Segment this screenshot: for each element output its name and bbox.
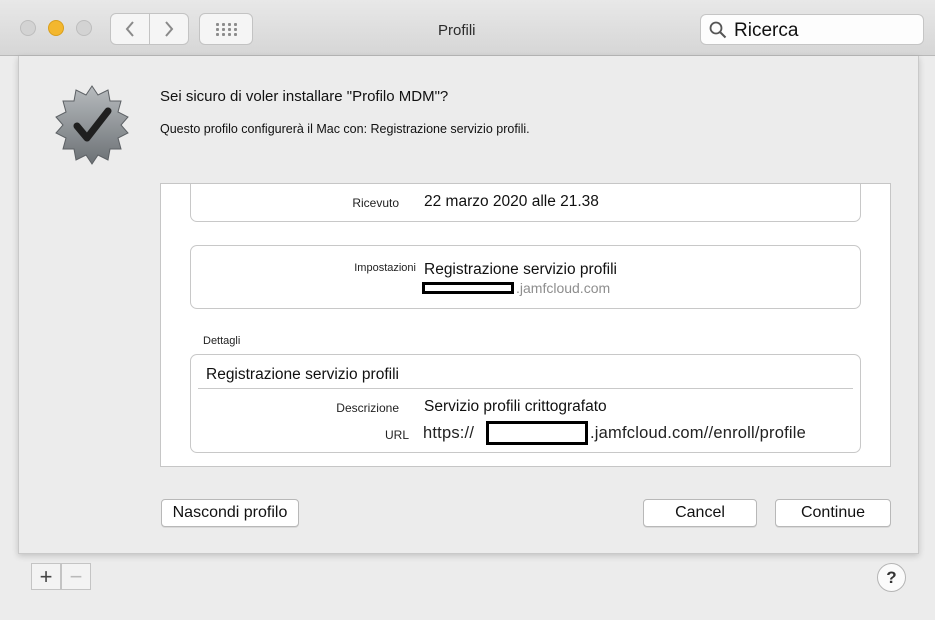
search-field[interactable] bbox=[700, 14, 924, 45]
redacted-hostname bbox=[422, 282, 514, 294]
grid-icon bbox=[215, 22, 237, 36]
description-value: Servizio profili crittografato bbox=[424, 398, 607, 415]
url-suffix: .jamfcloud.com//enroll/profile bbox=[590, 424, 807, 442]
redacted-url-host bbox=[486, 421, 588, 445]
settings-card: Impostazioni Registrazione servizio prof… bbox=[190, 245, 861, 309]
forward-button[interactable] bbox=[149, 13, 189, 45]
details-title: Registrazione servizio profili bbox=[206, 366, 399, 383]
show-all-button[interactable] bbox=[199, 13, 253, 45]
install-profile-sheet: Sei sicuro di voler installare "Profilo … bbox=[18, 56, 919, 554]
help-button[interactable]: ? bbox=[877, 563, 906, 592]
details-heading: Dettagli bbox=[203, 335, 241, 347]
zoom-window-button[interactable] bbox=[76, 20, 92, 36]
profile-details-scroll-area[interactable]: Ricevuto 22 marzo 2020 alle 21.38 Impost… bbox=[160, 183, 891, 467]
continue-button[interactable]: Continue bbox=[775, 499, 891, 527]
hide-profile-button[interactable]: Nascondi profilo bbox=[161, 499, 299, 527]
remove-profile-button[interactable]: − bbox=[61, 563, 91, 590]
settings-label: Impostazioni bbox=[354, 262, 416, 274]
add-profile-button[interactable]: + bbox=[31, 563, 61, 590]
install-subtext: Questo profilo configurerà il Mac con: R… bbox=[160, 122, 530, 136]
chevron-right-icon bbox=[165, 21, 174, 37]
settings-domain: .jamfcloud.com bbox=[516, 280, 611, 296]
window-title: Profili bbox=[438, 22, 476, 39]
back-button[interactable] bbox=[110, 13, 150, 45]
description-label: Descrizione bbox=[336, 401, 399, 415]
url-label: URL bbox=[384, 428, 409, 442]
minimize-window-button[interactable] bbox=[48, 20, 64, 36]
search-input[interactable] bbox=[734, 20, 914, 42]
received-value: 22 marzo 2020 alle 21.38 bbox=[424, 193, 599, 210]
details-divider bbox=[198, 388, 853, 389]
received-label: Ricevuto bbox=[352, 196, 399, 210]
cancel-button[interactable]: Cancel bbox=[643, 499, 757, 527]
title-bar: Profili bbox=[0, 0, 935, 56]
install-question: Sei sicuro di voler installare "Profilo … bbox=[160, 88, 449, 105]
search-icon bbox=[709, 21, 727, 39]
details-card: Registrazione servizio profili Descrizio… bbox=[190, 354, 861, 453]
settings-value: Registrazione servizio profili bbox=[424, 261, 617, 278]
url-prefix: https:// bbox=[423, 424, 475, 442]
verified-badge-icon bbox=[55, 85, 129, 165]
close-window-button[interactable] bbox=[20, 20, 36, 36]
received-card: Ricevuto 22 marzo 2020 alle 21.38 bbox=[190, 184, 861, 222]
chevron-left-icon bbox=[125, 21, 134, 37]
